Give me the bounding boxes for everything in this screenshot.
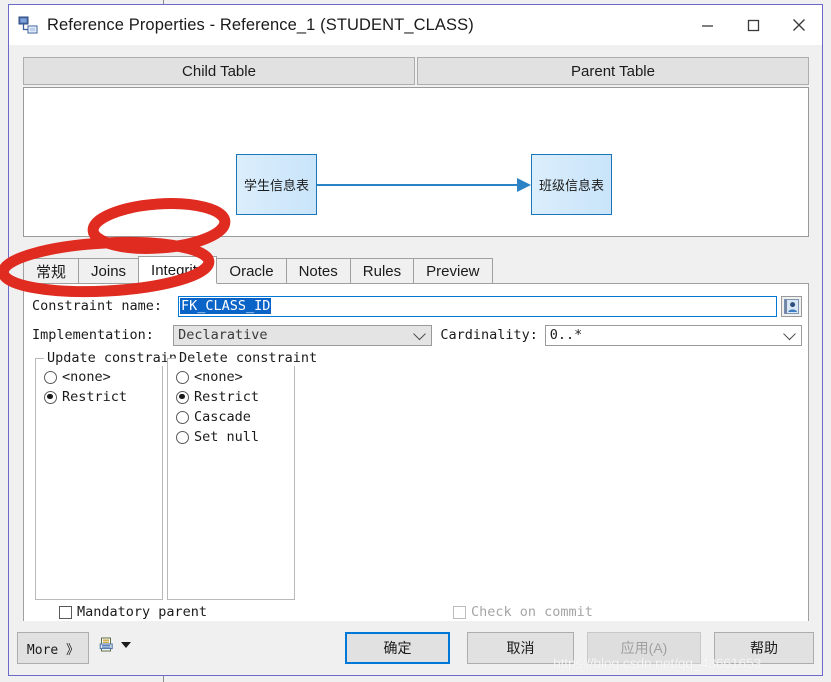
delete-option-none[interactable]: <none> — [168, 367, 294, 387]
title-bar: Reference Properties - Reference_1 (STUD… — [9, 5, 822, 45]
radio-icon — [44, 370, 57, 384]
update-option-restrict-label: Restrict — [62, 389, 128, 405]
mandatory-parent-label: Mandatory parent — [77, 604, 208, 620]
watermark-text: https://blog.csdn.net/qq_43661653 — [553, 655, 762, 671]
integrity-panel: Constraint name: FK_CLASS_ID Implementat… — [23, 283, 809, 665]
child-table-node[interactable]: 学生信息表 — [236, 154, 317, 215]
chevron-down-icon — [413, 327, 427, 341]
tab-preview[interactable]: Preview — [413, 258, 493, 284]
tab-notes[interactable]: Notes — [285, 258, 351, 284]
table-selector-bar: Child Table Parent Table — [23, 57, 809, 85]
relationship-arrowhead-icon — [517, 178, 531, 192]
constraint-name-input[interactable]: FK_CLASS_ID — [178, 295, 777, 317]
screenshot-root: Reference Properties - Reference_1 (STUD… — [0, 0, 831, 682]
constraint-name-value: FK_CLASS_ID — [180, 298, 272, 314]
user-property-icon[interactable] — [781, 295, 802, 317]
update-constraint-group: Update constraint <none> Restrict — [35, 350, 189, 600]
implementation-value: Declarative — [178, 327, 268, 343]
property-tabs: 常规 Joins Integrity Oracle Notes Rules Pr… — [23, 256, 809, 284]
window-body: Child Table Parent Table 学生信息表 班级信息表 常规 … — [9, 45, 822, 675]
delete-constraint-options: <none> Restrict Cascade Set null — [168, 359, 294, 447]
relationship-diagram[interactable]: 学生信息表 班级信息表 — [23, 87, 809, 237]
window-controls — [684, 5, 822, 45]
delete-option-set-null[interactable]: Set null — [168, 427, 294, 447]
delete-constraint-group: Delete constraint <none> Restrict Cascad… — [167, 350, 321, 600]
constraint-name-label: Constraint name: — [32, 298, 163, 314]
delete-option-restrict-label: Restrict — [194, 389, 260, 405]
checkbox-icon — [453, 605, 466, 619]
update-option-none-label: <none> — [62, 369, 111, 385]
radio-icon — [176, 390, 189, 404]
update-option-none[interactable]: <none> — [36, 367, 162, 387]
minimize-button[interactable] — [684, 5, 730, 45]
radio-icon — [176, 430, 189, 444]
maximize-button[interactable] — [730, 5, 776, 45]
delete-option-cascade-label: Cascade — [194, 409, 251, 425]
chevron-down-icon — [121, 642, 131, 648]
tab-rules[interactable]: Rules — [349, 258, 415, 284]
cardinality-dropdown[interactable]: 0..* — [544, 324, 802, 346]
update-option-restrict[interactable]: Restrict — [36, 387, 162, 407]
update-constraint-options: <none> Restrict — [36, 359, 162, 407]
background-artifact-bottom — [163, 676, 164, 682]
tab-general[interactable]: 常规 — [23, 258, 80, 284]
parent-table-node[interactable]: 班级信息表 — [531, 154, 612, 215]
cardinality-label: Cardinality: — [440, 327, 538, 343]
print-report-group[interactable] — [99, 637, 131, 653]
parent-table-button[interactable]: Parent Table — [417, 57, 809, 85]
window-title: Reference Properties - Reference_1 (STUD… — [47, 15, 474, 34]
more-button[interactable]: More 》 — [17, 632, 89, 664]
mandatory-parent-checkbox[interactable]: Mandatory parent — [59, 604, 207, 620]
ok-button[interactable]: 确定 — [345, 632, 450, 664]
tab-integrity[interactable]: Integrity — [138, 256, 218, 284]
check-on-commit-checkbox: Check on commit — [453, 604, 593, 620]
radio-icon — [176, 410, 189, 424]
delete-option-set-null-label: Set null — [194, 429, 260, 445]
chevron-down-icon — [783, 327, 796, 341]
delete-option-cascade[interactable]: Cascade — [168, 407, 294, 427]
implementation-label: Implementation: — [32, 327, 154, 343]
child-table-button[interactable]: Child Table — [23, 57, 415, 85]
checkbox-icon — [59, 605, 72, 619]
implementation-dropdown[interactable]: Declarative — [173, 324, 433, 346]
implementation-row: Implementation: Declarative Cardinality:… — [32, 324, 802, 346]
print-report-icon — [99, 637, 115, 653]
relationship-line — [317, 184, 522, 186]
cardinality-value: 0..* — [549, 327, 583, 343]
radio-icon — [176, 370, 189, 384]
delete-option-restrict[interactable]: Restrict — [168, 387, 294, 407]
tab-joins[interactable]: Joins — [78, 258, 140, 284]
constraint-name-row: Constraint name: FK_CLASS_ID — [32, 295, 802, 317]
tab-oracle[interactable]: Oracle — [216, 258, 287, 284]
delete-option-none-label: <none> — [194, 369, 243, 385]
close-button[interactable] — [776, 5, 822, 45]
reference-properties-icon — [17, 14, 39, 36]
reference-properties-window: Reference Properties - Reference_1 (STUD… — [8, 4, 823, 676]
delete-constraint-title: Delete constraint — [176, 350, 321, 366]
check-on-commit-label: Check on commit — [471, 604, 593, 620]
radio-icon — [44, 390, 57, 404]
